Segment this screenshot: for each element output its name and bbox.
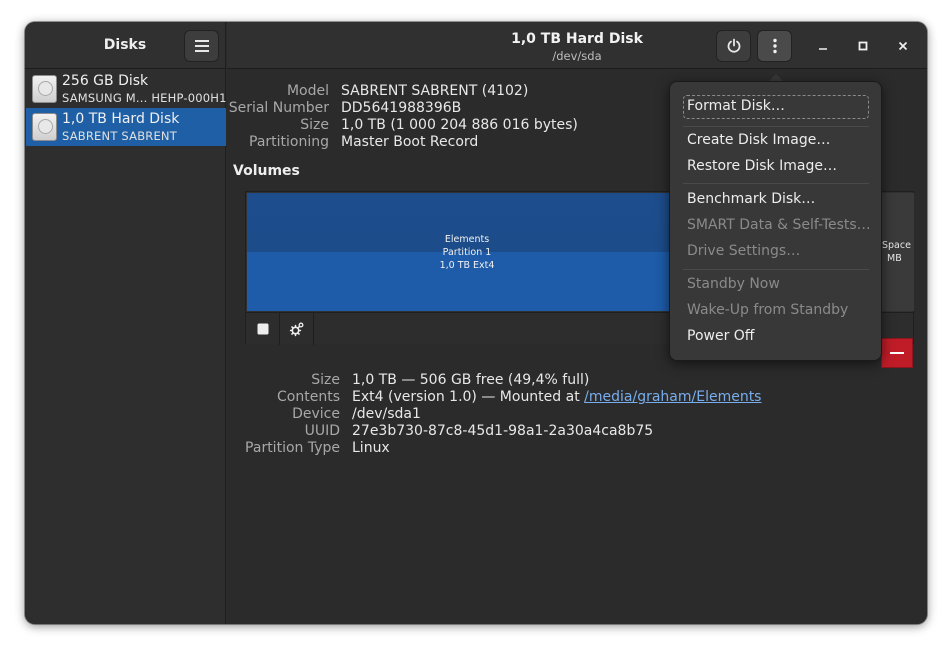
power-off-button[interactable] — [716, 30, 751, 62]
size-value: 1,0 TB (1 000 204 886 016 bytes) — [341, 117, 578, 133]
minimize-icon — [819, 48, 827, 50]
maximize-button[interactable] — [853, 36, 873, 56]
sidebar-header: Disks — [25, 22, 225, 69]
serial-value: DD5641988396B — [341, 100, 462, 116]
close-button[interactable] — [893, 36, 913, 56]
sidebar: Disks 256 GB Disk SAMSUNG M... HEHP-000H… — [25, 22, 226, 624]
partition-name: Elements — [444, 234, 490, 245]
hard-disk-icon — [32, 75, 57, 103]
hamburger-icon — [194, 39, 209, 54]
volume-uuid-label: UUID — [304, 423, 340, 439]
serial-label: Serial Number — [228, 100, 329, 116]
vertical-dots-icon — [772, 38, 777, 54]
sidebar-item-1tb-hard-disk[interactable]: 1,0 TB Hard Disk SABRENT SABRENT — [26, 108, 226, 146]
hard-disk-icon — [32, 113, 57, 141]
close-icon — [898, 41, 908, 51]
model-value: SABRENT SABRENT (4102) — [341, 83, 529, 99]
partition-options-button[interactable] — [280, 313, 314, 345]
disk-name: 1,0 TB Hard Disk — [62, 111, 180, 127]
disk-name: 256 GB Disk — [62, 73, 149, 89]
volume-contents-value: Ext4 (version 1.0) — Mounted at /media/g… — [352, 389, 761, 405]
partition-size-type: 1,0 TB Ext4 — [439, 260, 495, 271]
unmount-button[interactable] — [246, 313, 280, 345]
volume-uuid-value: 27e3b730-87c8-45d1-98a1-2a30a4ca8b75 — [352, 423, 654, 439]
menu-item-power-off[interactable]: Power Off — [687, 328, 754, 344]
minimize-button[interactable] — [813, 36, 833, 56]
menu-item-create-disk-image[interactable]: Create Disk Image… — [687, 132, 830, 148]
drive-options-menu: Format Disk… Create Disk Image… Restore … — [669, 81, 882, 361]
volume-ptype-row: Partition Type Linux — [227, 440, 927, 460]
menu-item-format-disk[interactable]: Format Disk… — [687, 98, 785, 114]
volume-size-value: 1,0 TB — 506 GB free (49,4% full) — [352, 372, 590, 388]
disk-model: SABRENT SABRENT — [62, 129, 177, 143]
free-space-title: Space — [882, 240, 911, 251]
maximize-icon — [858, 41, 868, 51]
main-menu-button[interactable] — [184, 30, 219, 62]
delete-partition-button[interactable] — [881, 338, 913, 368]
volume-ptype-value: Linux — [352, 440, 390, 456]
drive-options-button[interactable] — [757, 30, 792, 62]
sidebar-item-256gb-disk[interactable]: 256 GB Disk SAMSUNG M... HEHP-000H1 — [26, 70, 226, 108]
menu-item-drive-settings[interactable]: Drive Settings… — [687, 243, 800, 259]
volume-size-label: Size — [311, 372, 340, 388]
menu-item-benchmark-disk[interactable]: Benchmark Disk… — [687, 191, 815, 207]
header-bar: 1,0 TB Hard Disk /dev/sda — [227, 22, 927, 69]
mount-point-link[interactable]: /media/graham/Elements — [584, 389, 761, 405]
partition-block[interactable]: Elements Partition 1 1,0 TB Ext4 — [247, 193, 687, 311]
free-space-size: MB — [887, 253, 902, 264]
volume-ptype-label: Partition Type — [245, 440, 340, 456]
minus-icon — [890, 352, 904, 354]
menu-separator — [683, 126, 869, 127]
menu-item-smart-data[interactable]: SMART Data & Self-Tests… — [687, 217, 871, 233]
menu-item-restore-disk-image[interactable]: Restore Disk Image… — [687, 158, 837, 174]
model-label: Model — [286, 83, 329, 99]
menu-separator — [683, 269, 869, 270]
partitioning-label: Partitioning — [249, 134, 329, 150]
partition-label: Elements Partition 1 1,0 TB Ext4 — [247, 233, 687, 272]
size-label: Size — [300, 117, 329, 133]
contents-text: Ext4 (version 1.0) — Mounted at — [352, 389, 585, 405]
menu-item-standby-now[interactable]: Standby Now — [687, 276, 780, 292]
gears-icon — [289, 322, 303, 337]
stop-icon — [257, 323, 268, 335]
menu-separator — [683, 183, 869, 184]
power-icon — [727, 38, 740, 53]
partitioning-value: Master Boot Record — [341, 134, 479, 150]
disk-model: SAMSUNG M... HEHP-000H1 — [62, 91, 227, 105]
volumes-heading: Volumes — [233, 163, 300, 179]
volume-device-label: Device — [292, 406, 340, 422]
free-space-label: Space MB — [882, 239, 911, 265]
partition-number: Partition 1 — [442, 247, 492, 258]
volume-device-value: /dev/sda1 — [352, 406, 421, 422]
volume-contents-label: Contents — [277, 389, 340, 405]
menu-item-wake-up[interactable]: Wake-Up from Standby — [687, 302, 848, 318]
